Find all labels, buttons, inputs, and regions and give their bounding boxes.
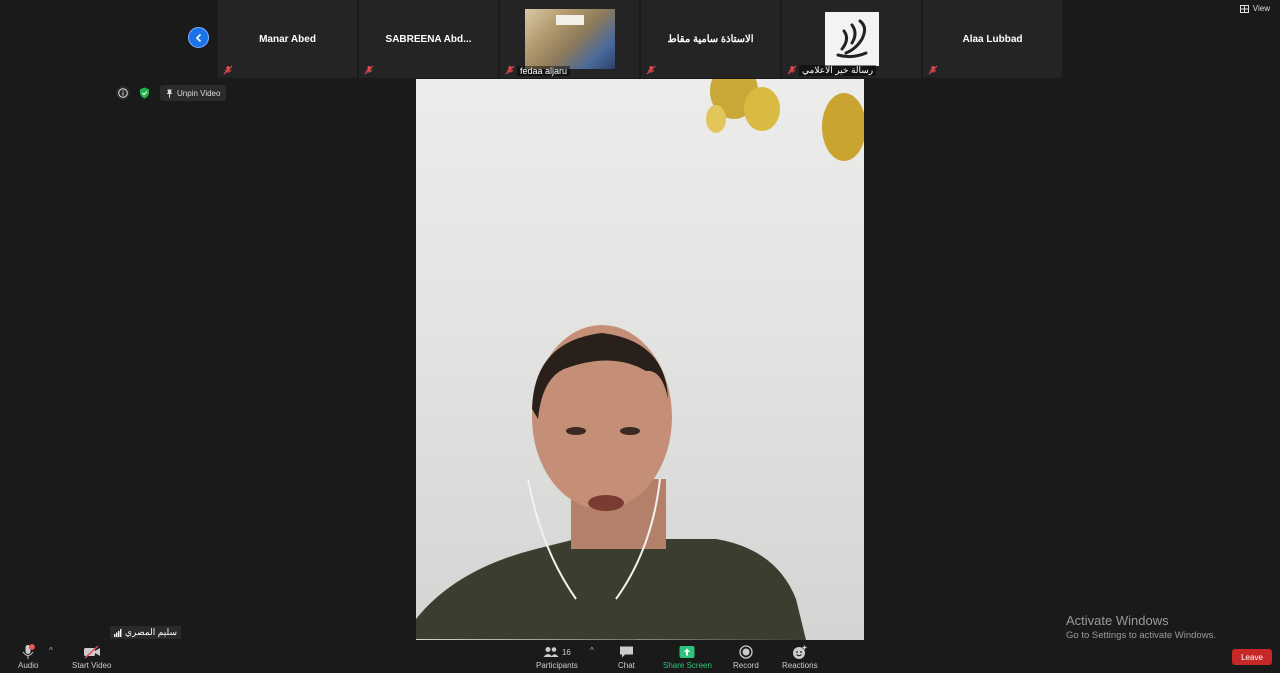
view-label: View [1252,4,1270,13]
start-video-label: Start Video [72,661,112,670]
participant-name: SABREENA Abd... [385,33,472,45]
participant-tile[interactable]: Alaa Lubbad [923,0,1062,78]
mic-muted-icon [646,65,656,75]
info-icon [118,88,128,98]
activation-title: Activate Windows [1066,613,1169,628]
participant-tile[interactable]: fedaa aljaru [500,0,639,78]
activation-subtitle: Go to Settings to activate Windows. [1066,630,1216,641]
participants-count: 16 [561,647,571,657]
leave-label: Leave [1241,652,1263,662]
svg-text:!: ! [32,645,33,650]
chat-icon [619,646,633,658]
participant-video-image [524,9,615,69]
participants-icon [543,647,559,657]
unpin-video-button[interactable]: Unpin Video [160,85,227,101]
share-screen-button[interactable]: Share Screen [663,643,712,670]
chat-button[interactable]: Chat [618,643,635,670]
reactions-label: Reactions [782,661,818,670]
mic-muted-icon: ! [22,644,36,659]
gallery-strip: Manar Abed SABREENA Abd... fedaa aljaru … [218,0,1062,78]
share-screen-label: Share Screen [663,661,712,670]
participant-name: رسالة خير الاعلامي [799,65,877,76]
record-icon [739,645,753,659]
signal-bars-icon [114,628,122,637]
record-button[interactable]: Record [733,643,759,670]
chevron-left-icon [195,33,201,42]
participant-logo [824,12,879,66]
windows-activation-watermark: Activate Windows Go to Settings to activ… [1066,613,1216,641]
unpin-label: Unpin Video [177,88,221,98]
mic-muted-icon [928,65,938,75]
security-status[interactable] [136,86,152,100]
mic-muted-icon [364,65,374,75]
mic-muted-icon [505,65,515,75]
video-off-icon [83,645,100,659]
participants-label: Participants [536,661,578,670]
audio-label: Audio [18,661,39,670]
participant-name: الاستاذة سامية مقاط [667,33,754,45]
audio-button[interactable]: ! Audio [18,643,38,670]
share-screen-icon [679,646,695,658]
gallery-prev-button[interactable] [188,27,209,48]
leave-button[interactable]: Leave [1232,649,1272,665]
participant-video-frame [416,79,864,640]
shield-icon [139,87,149,99]
self-name: سليم المصري [125,627,177,637]
mic-muted-icon [787,65,797,75]
reactions-icon [792,645,807,659]
participant-name: fedaa aljaru [517,66,571,76]
pin-icon [166,89,173,98]
participant-tile[interactable]: الاستاذة سامية مقاط [641,0,780,78]
meeting-info-button[interactable] [116,86,130,100]
chat-label: Chat [618,661,635,670]
participants-options-chevron[interactable]: ^ [590,646,594,655]
main-video [416,79,864,640]
participant-tile[interactable]: SABREENA Abd... [359,0,498,78]
participant-name: Alaa Lubbad [962,33,1023,45]
participants-button[interactable]: 16 Participants [536,643,578,670]
start-video-button[interactable]: Start Video [72,643,111,670]
reactions-button[interactable]: Reactions [782,643,818,670]
mic-muted-icon [223,65,233,75]
participant-tile[interactable]: رسالة خير الاعلامي [782,0,921,78]
view-grid-icon [1239,4,1249,13]
participant-name: Manar Abed [259,33,316,45]
audio-options-chevron[interactable]: ^ [49,646,53,655]
participant-tile[interactable]: Manar Abed [218,0,357,78]
view-button[interactable]: View [1239,4,1270,13]
record-label: Record [733,661,759,670]
self-name-tag: سليم المصري [110,626,181,639]
